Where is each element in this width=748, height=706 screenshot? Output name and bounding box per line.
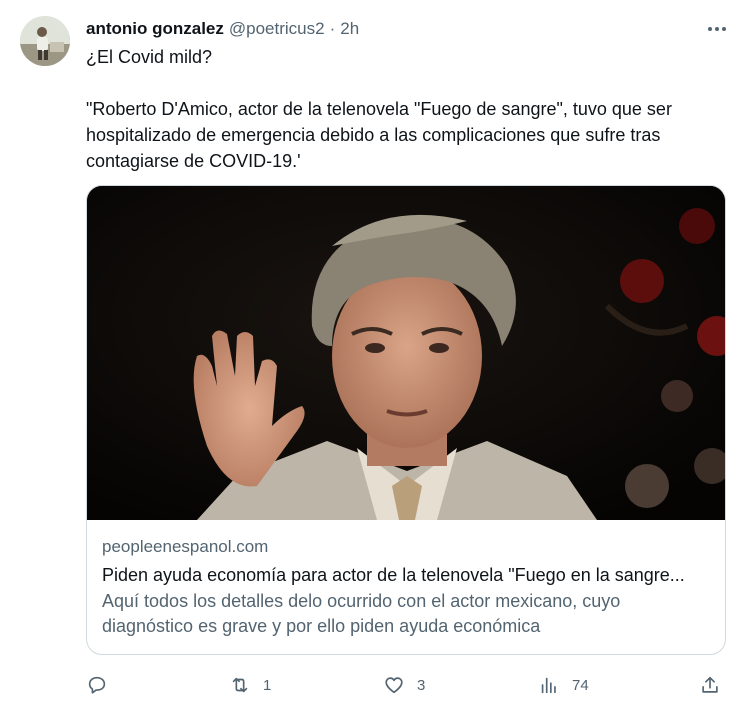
tweet-header: antonio gonzalez @poetricus2 · 2h	[86, 18, 728, 40]
author-name[interactable]: antonio gonzalez	[86, 19, 224, 39]
more-dots-icon	[708, 27, 726, 31]
tweet-text-body: "Roberto D'Amico, actor de la telenovela…	[86, 99, 672, 171]
tweet-text: ¿El Covid mild? "Roberto D'Amico, actor …	[86, 44, 726, 174]
views-count: 74	[572, 676, 589, 694]
share-button[interactable]	[699, 670, 721, 700]
like-count: 3	[417, 676, 426, 694]
card-domain: peopleenespanol.com	[102, 537, 269, 556]
separator-dot: ·	[329, 19, 336, 38]
avatar[interactable]	[20, 16, 70, 66]
timestamp[interactable]: 2h	[340, 19, 359, 39]
bar-chart-icon	[541, 677, 556, 694]
tweet-text-line1: ¿El Covid mild?	[86, 47, 213, 67]
retweet-button[interactable]: 1	[229, 670, 271, 700]
card-description: Aquí todos los detalles delo ocurrido co…	[102, 591, 621, 636]
link-card[interactable]: peopleenespanol.com Piden ayuda economía…	[86, 185, 726, 655]
heart-icon	[385, 677, 403, 694]
card-image	[87, 186, 725, 520]
retweet-arrows-icon	[232, 677, 248, 693]
card-meta: peopleenespanol.com Piden ayuda economía…	[102, 536, 710, 639]
actor-photo	[87, 186, 725, 520]
action-bar: 1 3 74	[86, 670, 726, 700]
reply-button[interactable]	[86, 670, 120, 700]
avatar-photo	[20, 16, 70, 66]
reply-bubble-icon	[88, 676, 106, 694]
share-upload-icon	[702, 676, 718, 693]
more-options-button[interactable]	[702, 18, 732, 40]
retweet-count: 1	[263, 676, 272, 694]
views-button[interactable]: 74	[538, 670, 589, 700]
card-title: Piden ayuda economía para actor de la te…	[102, 565, 685, 585]
like-button[interactable]: 3	[383, 670, 425, 700]
author-handle[interactable]: @poetricus2	[229, 19, 325, 39]
